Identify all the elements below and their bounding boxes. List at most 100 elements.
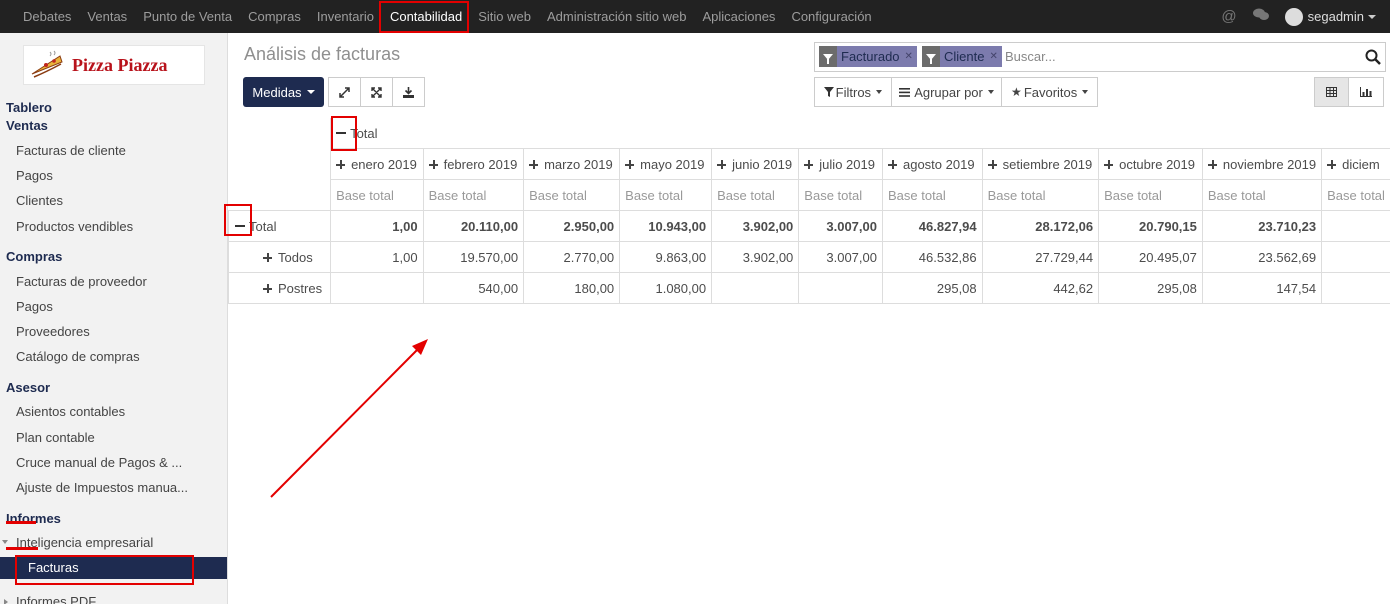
measure-header[interactable]: Base total — [523, 179, 621, 211]
menu-compras[interactable]: Compras — [240, 0, 309, 33]
pivot-cell[interactable]: 1.080,00 — [619, 272, 713, 304]
pivot-col-header[interactable]: enero 2019 — [330, 148, 424, 180]
menu-aplicaciones[interactable]: Aplicaciones — [694, 0, 783, 33]
plus-icon[interactable] — [1104, 159, 1114, 169]
pivot-cell[interactable]: 3.902,00 — [711, 241, 800, 273]
pivot-cell[interactable]: 180,00 — [523, 272, 621, 304]
plus-icon[interactable] — [529, 159, 539, 169]
pivot-cell[interactable]: 27.729,44 — [981, 241, 1100, 273]
measure-header[interactable]: Base total — [981, 179, 1100, 211]
pivot-col-header[interactable]: setiembre 2019 — [981, 148, 1100, 180]
menu-ventas[interactable]: Ventas — [79, 0, 135, 33]
favorites-button[interactable]: ★ Favoritos — [1002, 78, 1097, 106]
chat-icon[interactable] — [1252, 8, 1269, 25]
pivot-cell[interactable]: 540,00 — [422, 272, 525, 304]
pivot-cell[interactable]: 19.570,00 — [422, 241, 525, 273]
pivot-cell[interactable] — [1321, 210, 1390, 242]
caret-down-icon[interactable] — [2, 540, 8, 544]
search-facet-facturado[interactable]: Facturado ✕ — [819, 46, 917, 67]
measure-header[interactable]: Base total — [1201, 179, 1323, 211]
pivot-cell[interactable]: 3.007,00 — [798, 210, 883, 242]
plus-icon[interactable] — [804, 159, 814, 169]
sidebar-item-cruce-manual[interactable]: Cruce manual de Pagos & ... — [16, 455, 182, 470]
pivot-col-header[interactable]: junio 2019 — [711, 148, 800, 180]
menu-inventario[interactable]: Inventario — [309, 0, 382, 33]
sidebar-item-facturas-cliente[interactable]: Facturas de cliente — [16, 143, 126, 158]
pivot-cell[interactable] — [711, 272, 800, 304]
plus-icon[interactable] — [625, 159, 635, 169]
plus-icon[interactable] — [263, 283, 272, 293]
search-icon[interactable] — [1365, 49, 1381, 65]
pivot-row-postres[interactable]: Postres — [227, 272, 332, 304]
menu-configuracion[interactable]: Configuración — [783, 0, 879, 33]
pivot-cell[interactable]: 295,08 — [1098, 272, 1203, 304]
pivot-cell[interactable] — [798, 272, 883, 304]
sidebar-item-asientos-contables[interactable]: Asientos contables — [16, 404, 125, 419]
chevron-down-icon[interactable] — [1368, 14, 1376, 19]
pivot-cell[interactable]: 9.863,00 — [619, 241, 713, 273]
close-icon[interactable]: ✕ — [905, 46, 913, 67]
pivot-cell[interactable]: 1,00 — [330, 210, 424, 242]
measure-header[interactable]: Base total — [1098, 179, 1203, 211]
sidebar-item-ajuste-impuestos[interactable]: Ajuste de Impuestos manua... — [16, 480, 188, 495]
measure-header[interactable]: Base total — [881, 179, 983, 211]
measure-header[interactable]: Base total — [422, 179, 525, 211]
pivot-cell[interactable]: 2.950,00 — [523, 210, 621, 242]
sidebar-item-facturas-proveedor[interactable]: Facturas de proveedor — [16, 274, 147, 289]
caret-right-icon[interactable] — [4, 599, 8, 604]
pivot-cell[interactable]: 442,62 — [981, 272, 1100, 304]
at-sign-icon[interactable]: @ — [1221, 8, 1236, 25]
download-button[interactable] — [393, 78, 424, 106]
close-icon[interactable]: ✕ — [989, 46, 997, 67]
pivot-view-button[interactable] — [1315, 78, 1349, 106]
sidebar-item-pagos-ventas[interactable]: Pagos — [16, 168, 53, 183]
menu-sitio-web[interactable]: Sitio web — [470, 0, 539, 33]
graph-view-button[interactable] — [1349, 78, 1383, 106]
flip-axis-button[interactable] — [329, 78, 361, 106]
pivot-cell[interactable]: 20.495,07 — [1098, 241, 1203, 273]
sidebar-item-plan-contable[interactable]: Plan contable — [16, 430, 95, 445]
plus-icon[interactable] — [263, 252, 272, 262]
pivot-col-total[interactable]: Total — [330, 118, 1390, 149]
pivot-cell[interactable] — [330, 272, 424, 304]
pivot-cell[interactable]: 295,08 — [881, 272, 983, 304]
measure-header[interactable]: Base total — [619, 179, 713, 211]
pivot-cell[interactable]: 46.532,86 — [881, 241, 983, 273]
menu-debates[interactable]: Debates — [15, 0, 79, 33]
plus-icon[interactable] — [1327, 159, 1337, 169]
measure-header[interactable]: Base total — [1321, 179, 1390, 211]
plus-icon[interactable] — [428, 159, 438, 169]
pivot-cell[interactable]: 46.827,94 — [881, 210, 983, 242]
pivot-cell[interactable]: 20.790,15 — [1098, 210, 1203, 242]
plus-icon[interactable] — [887, 159, 897, 169]
pivot-col-header[interactable]: diciem — [1321, 148, 1390, 180]
filters-button[interactable]: Filtros — [815, 78, 892, 106]
sidebar-item-proveedores[interactable]: Proveedores — [16, 324, 90, 339]
measures-button[interactable]: Medidas — [243, 77, 324, 107]
pivot-cell[interactable]: 10.943,00 — [619, 210, 713, 242]
pivot-col-header[interactable]: julio 2019 — [798, 148, 883, 180]
pivot-cell[interactable]: 2.770,00 — [523, 241, 621, 273]
plus-icon[interactable] — [717, 159, 727, 169]
plus-icon[interactable] — [336, 159, 346, 169]
pivot-col-header[interactable]: octubre 2019 — [1098, 148, 1203, 180]
menu-punto-de-venta[interactable]: Punto de Venta — [135, 0, 240, 33]
pivot-cell[interactable]: 20.110,00 — [422, 210, 525, 242]
pivot-cell[interactable]: 23.562,69 — [1201, 241, 1323, 273]
pivot-col-header[interactable]: marzo 2019 — [523, 148, 621, 180]
plus-icon[interactable] — [987, 159, 997, 169]
pivot-row-todos[interactable]: Todos — [227, 241, 332, 273]
sidebar-item-informes-pdf[interactable]: Informes PDF — [16, 594, 96, 604]
sidebar-item-productos-vendibles[interactable]: Productos vendibles — [16, 219, 133, 234]
search-facet-cliente[interactable]: Cliente ✕ — [922, 46, 1002, 67]
sidebar-item-catalogo-compras[interactable]: Catálogo de compras — [16, 349, 140, 364]
pivot-cell[interactable]: 1,00 — [330, 241, 424, 273]
menu-administracion-sitio-web[interactable]: Administración sitio web — [539, 0, 694, 33]
pivot-cell[interactable]: 3.007,00 — [798, 241, 883, 273]
pivot-cell[interactable] — [1321, 272, 1390, 304]
user-name[interactable]: segadmin — [1308, 9, 1364, 24]
search-bar[interactable]: Facturado ✕ Cliente ✕ Buscar... — [814, 42, 1386, 72]
pivot-col-header[interactable]: mayo 2019 — [619, 148, 713, 180]
user-avatar[interactable] — [1284, 7, 1303, 26]
pivot-cell[interactable] — [1321, 241, 1390, 273]
